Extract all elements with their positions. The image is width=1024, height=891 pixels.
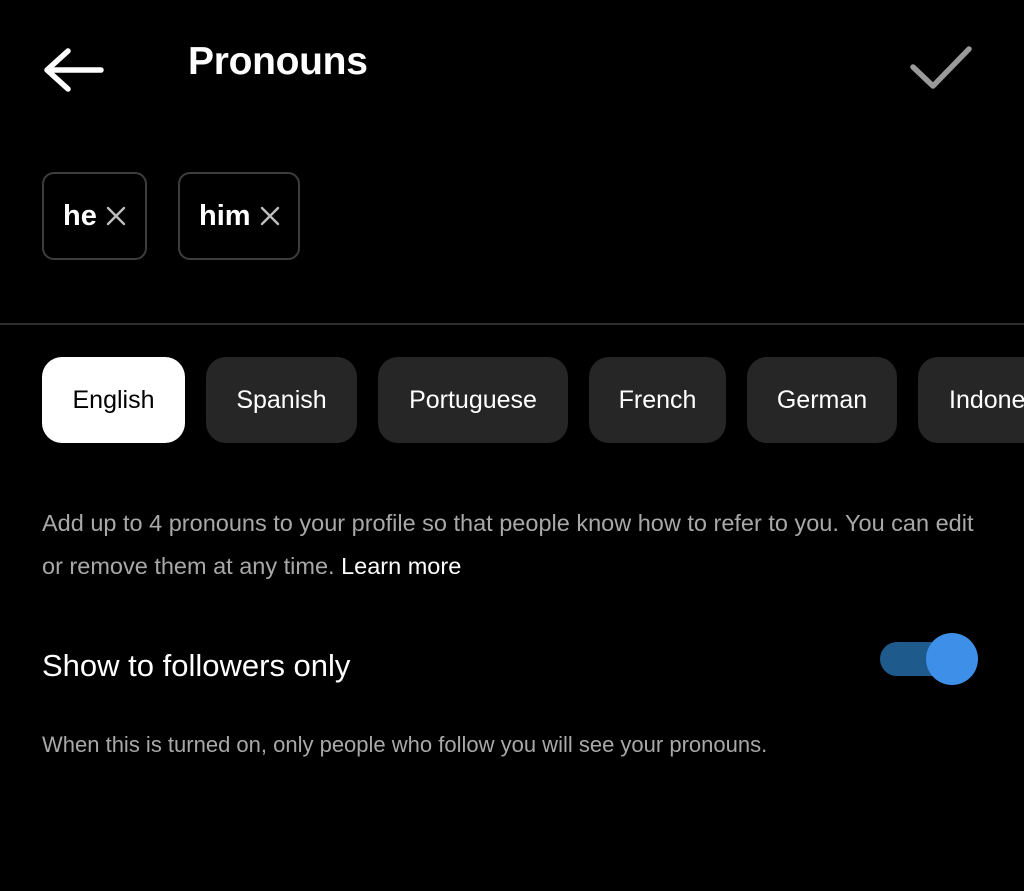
pronoun-chip-label: him: [199, 200, 251, 232]
remove-pronoun-button[interactable]: [260, 204, 280, 228]
language-pill-french[interactable]: French: [589, 357, 726, 443]
done-button[interactable]: [900, 34, 982, 102]
language-pill-german[interactable]: German: [747, 357, 897, 443]
remove-pronoun-button[interactable]: [106, 204, 127, 228]
close-icon: [107, 206, 126, 226]
followers-only-hint: When this is turned on, only people who …: [42, 732, 768, 757]
divider: [0, 323, 1024, 325]
back-button[interactable]: [36, 36, 110, 104]
page-title: Pronouns: [188, 40, 368, 83]
language-filter-row[interactable]: English Spanish Portuguese French German…: [42, 357, 1024, 443]
followers-only-label: Show to followers only: [42, 648, 351, 683]
close-icon: [260, 206, 279, 226]
followers-only-toggle[interactable]: [880, 633, 980, 685]
language-pill-spanish[interactable]: Spanish: [206, 357, 357, 443]
language-pill-indonesian[interactable]: Indone: [918, 357, 1024, 443]
learn-more-link[interactable]: Learn more: [341, 553, 461, 579]
arrow-left-icon: [44, 48, 104, 92]
top-bar: Pronouns: [0, 0, 1024, 130]
pronoun-chip-he: he: [42, 172, 147, 260]
language-pill-portuguese[interactable]: Portuguese: [378, 357, 568, 443]
language-pill-english[interactable]: English: [42, 357, 185, 443]
pronoun-chip-label: he: [63, 200, 97, 232]
checkmark-icon: [910, 46, 972, 89]
description-text: Add up to 4 pronouns to your profile so …: [42, 510, 974, 579]
pronoun-chip-him: him: [178, 172, 300, 260]
pronouns-description: Add up to 4 pronouns to your profile so …: [42, 502, 982, 588]
toggle-thumb: [926, 633, 978, 685]
